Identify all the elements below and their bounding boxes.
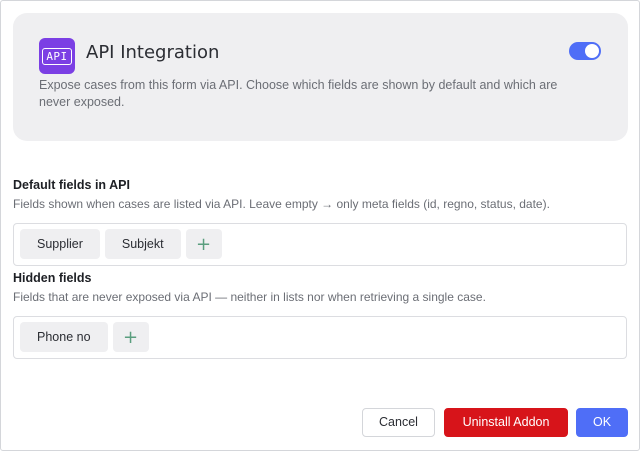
hidden-fields-help: Fields that are never exposed via API — … bbox=[13, 290, 486, 304]
addon-card: API API Integration Expose cases from th… bbox=[13, 13, 628, 141]
cancel-button[interactable]: Cancel bbox=[362, 408, 435, 437]
uninstall-addon-button[interactable]: Uninstall Addon bbox=[444, 408, 568, 437]
field-chip[interactable]: Subjekt bbox=[104, 229, 181, 259]
field-chip[interactable]: Supplier bbox=[20, 229, 100, 259]
plus-icon: + bbox=[122, 326, 139, 348]
api-integration-dialog: API API Integration Expose cases from th… bbox=[0, 0, 640, 451]
enable-toggle[interactable] bbox=[569, 42, 601, 60]
hidden-fields-box: Phone no + bbox=[13, 316, 627, 359]
ok-button[interactable]: OK bbox=[576, 408, 628, 437]
default-fields-title: Default fields in API bbox=[13, 178, 130, 192]
addon-title: API Integration bbox=[86, 42, 220, 63]
plus-icon: + bbox=[196, 233, 212, 255]
default-fields-box: Supplier Subjekt + bbox=[13, 223, 627, 266]
add-default-field-button[interactable]: + bbox=[185, 229, 222, 259]
hidden-fields-title: Hidden fields bbox=[13, 271, 92, 285]
field-chip[interactable]: Phone no bbox=[20, 322, 108, 352]
toggle-knob bbox=[585, 44, 599, 58]
add-hidden-field-button[interactable]: + bbox=[112, 322, 149, 352]
default-fields-help: Fields shown when cases are listed via A… bbox=[13, 197, 550, 211]
api-icon-label: API bbox=[42, 47, 72, 65]
addon-description: Expose cases from this form via API. Cho… bbox=[39, 78, 558, 109]
api-icon: API bbox=[39, 38, 75, 74]
